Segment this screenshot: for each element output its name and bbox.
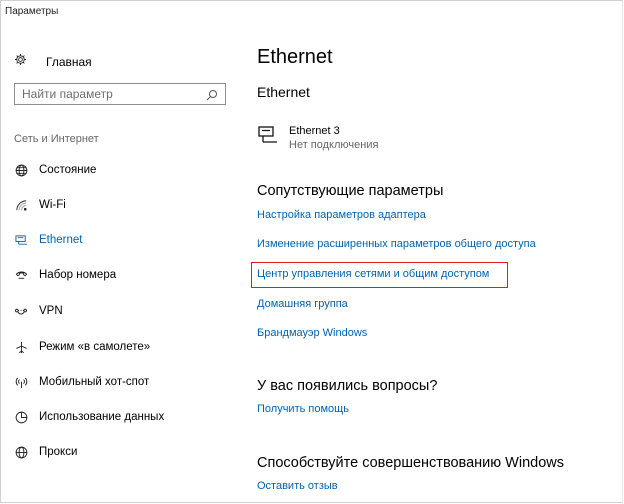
wifi-icon: [14, 198, 28, 212]
settings-window: [0, 0, 623, 503]
network-sharing-center-link[interactable]: Центр управления сетями и общим доступом: [257, 268, 489, 280]
sidebar-item-label: Набор номера: [39, 269, 117, 281]
get-help-link[interactable]: Получить помощь: [257, 403, 349, 415]
questions-heading: У вас появились вопросы?: [257, 378, 438, 394]
airplane-icon: [14, 340, 28, 354]
ethernet-adapter-icon: [257, 125, 279, 155]
related-settings-heading: Сопутствующие параметры: [257, 183, 444, 199]
search-input[interactable]: [15, 84, 202, 104]
sidebar-item-label: Использование данных: [39, 411, 165, 423]
sidebar-item-label: Режим «в самолете»: [39, 341, 151, 353]
sidebar-item-label: Состояние: [39, 164, 97, 176]
vpn-icon: [14, 304, 28, 318]
sidebar-item-vpn[interactable]: VPN: [14, 302, 63, 320]
window-title: Параметры: [5, 6, 59, 17]
network-connection-item[interactable]: Ethernet 3 Нет подключения: [257, 125, 378, 155]
network-name: Ethernet 3: [289, 125, 340, 137]
sidebar-home-label: Главная: [46, 55, 92, 69]
sidebar-item-label: VPN: [39, 305, 63, 317]
sidebar-item-proxy[interactable]: Прокси: [14, 443, 77, 461]
sidebar-item-ethernet[interactable]: Ethernet: [14, 231, 82, 249]
advanced-sharing-link[interactable]: Изменение расширенных параметров общего …: [257, 238, 536, 250]
homegroup-link[interactable]: Домашняя группа: [257, 298, 348, 310]
sidebar-item-airplane[interactable]: Режим «в самолете»: [14, 338, 150, 356]
hotspot-icon: [14, 375, 28, 389]
sidebar-item-label: Прокси: [39, 446, 78, 458]
data-usage-icon: [14, 410, 28, 424]
sidebar-item-dialup[interactable]: Набор номера: [14, 266, 116, 284]
page-title: Ethernet: [257, 46, 333, 68]
adapter-settings-link[interactable]: Настройка параметров адаптера: [257, 209, 426, 221]
proxy-icon: [14, 445, 28, 459]
sidebar-section-title: Сеть и Интернет: [14, 133, 99, 145]
dialup-icon: [14, 268, 28, 282]
sidebar-item-data-usage[interactable]: Использование данных: [14, 408, 164, 426]
globe-icon: [14, 163, 28, 177]
improve-windows-heading: Способствуйте совершенствованию Windows: [257, 455, 564, 471]
sidebar-item-status[interactable]: Состояние: [14, 161, 96, 179]
search-box[interactable]: [14, 83, 226, 105]
section-subtitle: Ethernet: [257, 84, 310, 100]
feedback-link[interactable]: Оставить отзыв: [257, 480, 338, 492]
gear-icon: [14, 53, 27, 71]
ethernet-icon: [14, 233, 28, 247]
search-icon[interactable]: [206, 88, 218, 106]
sidebar-item-label: Мобильный хот-спот: [39, 376, 150, 388]
windows-firewall-link[interactable]: Брандмауэр Windows: [257, 327, 367, 339]
sidebar-item-wifi[interactable]: Wi-Fi: [14, 196, 66, 214]
sidebar-item-hotspot[interactable]: Мобильный хот-спот: [14, 373, 149, 391]
sidebar-item-label: Wi-Fi: [39, 199, 66, 211]
sidebar-home-button[interactable]: Главная: [14, 53, 92, 71]
sidebar-item-label: Ethernet: [39, 234, 83, 246]
network-status: Нет подключения: [289, 139, 379, 151]
